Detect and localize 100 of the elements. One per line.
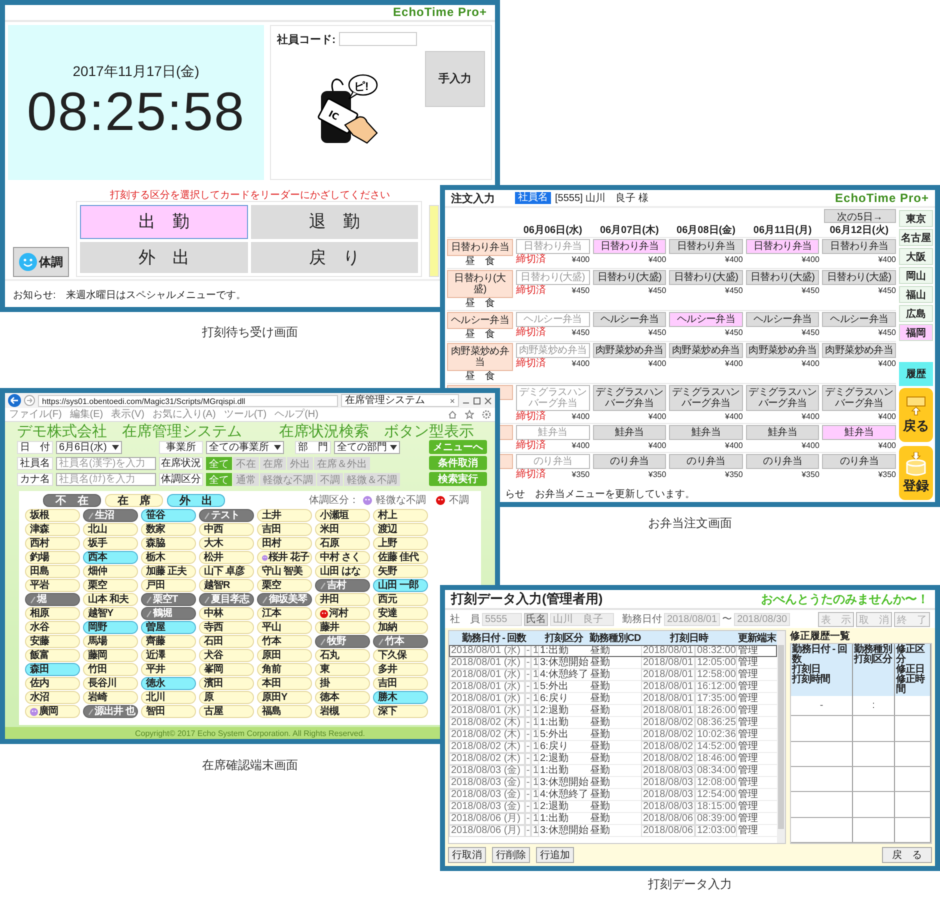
- back-button[interactable]: [8, 394, 21, 407]
- person-button[interactable]: 勝木: [373, 691, 428, 704]
- person-button[interactable]: 廣岡: [25, 705, 80, 718]
- person-button[interactable]: 加納: [373, 621, 428, 634]
- person-button[interactable]: 土井: [257, 509, 312, 522]
- history-button[interactable]: 履歴: [899, 362, 933, 386]
- person-button[interactable]: 岡野: [83, 621, 138, 634]
- person-button[interactable]: 栗空: [83, 579, 138, 592]
- table-row[interactable]: 2018/08/03 (金) - 1 1:出勤 昼勤 2018/08/03 08:34:00 管理: [449, 765, 777, 777]
- table-row[interactable]: 2018/08/01 (水) - 1 6:戻り 昼勤 2018/08/01 17:35:00 管理: [449, 693, 777, 705]
- person-button[interactable]: 坂手: [83, 537, 138, 550]
- person-button[interactable]: 徳本: [315, 691, 370, 704]
- person-button[interactable]: 栃木: [141, 551, 196, 564]
- menu-item[interactable]: 表示(V): [111, 408, 144, 420]
- person-button[interactable]: 福島: [257, 705, 312, 718]
- person-button[interactable]: 石原: [315, 537, 370, 550]
- person-button[interactable]: 智田: [141, 705, 196, 718]
- person-button[interactable]: 佐藤 佳代: [373, 551, 428, 564]
- person-button[interactable]: 岩崎: [83, 691, 138, 704]
- person-button[interactable]: 村上: [373, 509, 428, 522]
- person-button[interactable]: 西元: [373, 593, 428, 606]
- person-button[interactable]: 西村: [25, 537, 80, 550]
- person-button[interactable]: 桜井 花子: [257, 551, 312, 564]
- person-button[interactable]: 角前: [257, 663, 312, 676]
- person-button[interactable]: 吉村: [315, 579, 370, 592]
- next-days-button[interactable]: 次の5日→: [824, 209, 896, 223]
- table-row[interactable]: 2018/08/06 (月) - 1 3:休憩開始 昼勤 2018/08/06 12:03:00 管理: [449, 825, 777, 837]
- office-dropdown[interactable]: 全ての事業所: [206, 440, 284, 454]
- person-button[interactable]: 馬場: [83, 635, 138, 648]
- menu-item[interactable]: ヘルプ(H): [274, 408, 318, 420]
- scrollbar[interactable]: [777, 631, 785, 843]
- person-button[interactable]: 平山: [257, 621, 312, 634]
- table-row[interactable]: 2018/08/06 (月) - 1 1:出勤 昼勤 2018/08/06 08:39:00 管理: [449, 813, 777, 825]
- table-row[interactable]: 2018/08/03 (金) - 1 2:退勤 昼勤 2018/08/03 18:15:00 管理: [449, 801, 777, 813]
- menu-item-button[interactable]: 日替わり弁当: [822, 239, 896, 254]
- person-button[interactable]: 下久保: [373, 649, 428, 662]
- person-button[interactable]: 佐内: [25, 677, 80, 690]
- menu-item-button[interactable]: 日替わり弁当: [592, 239, 666, 254]
- region-tab[interactable]: 福岡: [899, 324, 933, 341]
- person-button[interactable]: 渡辺: [373, 523, 428, 536]
- menu-item-button[interactable]: 日替わり弁当: [746, 239, 820, 254]
- person-button[interactable]: 齊藤: [141, 635, 196, 648]
- table-row[interactable]: 2018/08/01 (水) - 1 3:休憩開始 昼勤 2018/08/01 12:05:00 管理: [449, 657, 777, 669]
- person-button[interactable]: 飯富: [25, 649, 80, 662]
- person-button[interactable]: 濱田: [199, 677, 254, 690]
- person-button[interactable]: 本田: [257, 677, 312, 690]
- person-button[interactable]: 北川: [141, 691, 196, 704]
- person-button[interactable]: 水沼: [25, 691, 80, 704]
- person-button[interactable]: 森脇: [141, 537, 196, 550]
- person-button[interactable]: 山田 一郎: [373, 579, 428, 592]
- tab-close-button[interactable]: ×: [450, 396, 455, 406]
- person-button[interactable]: 中西: [199, 523, 254, 536]
- person-button[interactable]: 中林: [199, 607, 254, 620]
- person-button[interactable]: 近澤: [141, 649, 196, 662]
- status-filter-tab[interactable]: 外 出: [167, 494, 225, 506]
- row-action-button[interactable]: 行追加: [536, 847, 574, 863]
- kana-name-field[interactable]: 社員名(ｶﾅ)を入力: [56, 472, 156, 486]
- menu-item-button[interactable]: デミグラスハンバーグ弁当: [746, 385, 820, 411]
- person-button[interactable]: 坂根: [25, 509, 80, 522]
- person-button[interactable]: 安達: [373, 607, 428, 620]
- person-button[interactable]: 米田: [315, 523, 370, 536]
- menu-item-button[interactable]: 日替わり(大盛): [746, 270, 820, 285]
- table-row[interactable]: 2018/08/02 (木) - 1 6:戻り 昼勤 2018/08/02 14:52:00 管理: [449, 741, 777, 753]
- person-button[interactable]: 犬谷: [199, 649, 254, 662]
- menu-item-button[interactable]: 鮭弁当: [592, 425, 666, 440]
- person-button[interactable]: 平井: [141, 663, 196, 676]
- person-button[interactable]: 山田 はな: [315, 565, 370, 578]
- person-button[interactable]: 竹本: [257, 635, 312, 648]
- menu-item-button[interactable]: デミグラスハンバーグ弁当: [669, 385, 743, 411]
- person-button[interactable]: 田島: [25, 565, 80, 578]
- settings-icon[interactable]: [482, 410, 491, 419]
- menu-item-button[interactable]: 日替わり弁当: [669, 239, 743, 254]
- person-button[interactable]: 東: [315, 663, 370, 676]
- menu-item-button[interactable]: デミグラスハンバーグ弁当: [592, 385, 666, 411]
- table-row[interactable]: 2018/08/01 (水) - 14:休憩終了 昼勤 2018/08/01 12:58:00 管理: [449, 669, 777, 681]
- person-button[interactable]: 畑仲: [83, 565, 138, 578]
- person-button[interactable]: 鶴堀: [141, 607, 196, 620]
- person-button[interactable]: 水谷: [25, 621, 80, 634]
- person-button[interactable]: 越智Y: [83, 607, 138, 620]
- menu-item-button[interactable]: のり弁当: [592, 454, 666, 469]
- person-button[interactable]: 石丸: [315, 649, 370, 662]
- person-button[interactable]: 平岩: [25, 579, 80, 592]
- manual-input-button[interactable]: 手入力: [425, 50, 485, 107]
- person-button[interactable]: 矢野: [373, 565, 428, 578]
- person-button[interactable]: 釣場: [25, 551, 80, 564]
- menu-item-button[interactable]: 肉野菜炒め弁当: [822, 343, 896, 358]
- punch-button[interactable]: 出 勤: [80, 205, 248, 238]
- person-button[interactable]: 藤井: [315, 621, 370, 634]
- home-icon[interactable]: [448, 410, 457, 419]
- person-button[interactable]: 竹田: [83, 663, 138, 676]
- person-button[interactable]: 原田: [257, 649, 312, 662]
- table-row[interactable]: 2018/08/02 (木) - 1 5:外出 昼勤 2018/08/02 10:02:36 管理: [449, 729, 777, 741]
- region-tab[interactable]: 大阪: [899, 248, 933, 265]
- menu-item-button[interactable]: 肉野菜炒め弁当: [592, 343, 666, 358]
- person-button[interactable]: 竹本: [373, 635, 428, 648]
- person-button[interactable]: 山下 卓彦: [199, 565, 254, 578]
- person-button[interactable]: 守山 智美: [257, 565, 312, 578]
- person-button[interactable]: 小瀬垣: [315, 509, 370, 522]
- person-button[interactable]: 松井: [199, 551, 254, 564]
- person-button[interactable]: 中村 さく: [315, 551, 370, 564]
